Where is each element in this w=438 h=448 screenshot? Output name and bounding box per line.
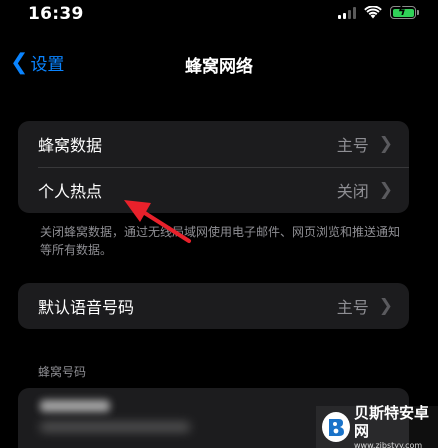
watermark-title: 贝斯特安卓网 bbox=[354, 403, 430, 440]
watermark: 贝斯特安卓网 www.zjbstyy.com bbox=[316, 403, 438, 448]
annotation-arrow-icon bbox=[124, 200, 191, 243]
watermark-url: www.zjbstyy.com bbox=[354, 440, 423, 448]
screen: 16:39 ϟ ❮ 设置 蜂窝网络 蜂窝数据 主号 ❯ 个人热点 关闭 ❯ 关闭… bbox=[0, 0, 438, 448]
watermark-logo-icon bbox=[322, 412, 350, 442]
